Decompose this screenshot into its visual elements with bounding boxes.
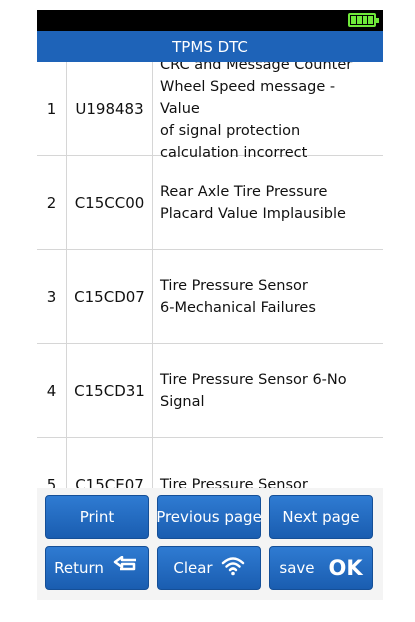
dtc-code: C15CD31: [67, 344, 153, 437]
save-ok-button[interactable]: save OK: [269, 546, 373, 590]
row-index: 1: [37, 62, 67, 155]
row-index: 5: [37, 438, 67, 488]
dtc-table[interactable]: 1 U198483 CRC and Message Counter Wheel …: [37, 62, 383, 489]
wifi-icon: [221, 556, 245, 580]
dtc-code: C15CC00: [67, 156, 153, 249]
dtc-description: Tire Pressure Sensor: [153, 438, 383, 489]
description-line: Placard Value Implausible: [160, 205, 346, 222]
next-page-button[interactable]: Next page: [269, 495, 373, 539]
save-label: save: [279, 559, 315, 577]
table-row[interactable]: 5 C15CE07 Tire Pressure Sensor: [37, 438, 383, 489]
button-panel: Print Previous page Next page Return Cle…: [37, 488, 383, 600]
dtc-description: Rear Axle Tire Pressure Placard Value Im…: [153, 156, 383, 249]
description-line: Tire Pressure Sensor: [160, 477, 308, 489]
dtc-code: U198483: [67, 62, 153, 155]
description-line: Wheel Speed message - Value: [160, 78, 336, 117]
table-row[interactable]: 3 C15CD07 Tire Pressure Sensor 6-Mechani…: [37, 250, 383, 344]
description-line: Tire Pressure Sensor 6-No: [160, 371, 347, 388]
clear-button[interactable]: Clear: [157, 546, 261, 590]
print-button[interactable]: Print: [45, 495, 149, 539]
dtc-code: C15CD07: [67, 250, 153, 343]
status-bar: [37, 10, 383, 31]
description-line: CRC and Message Counter: [160, 62, 353, 73]
return-button[interactable]: Return: [45, 546, 149, 590]
dtc-description: Tire Pressure Sensor 6-Mechanical Failur…: [153, 250, 383, 343]
return-label: Return: [54, 559, 104, 577]
description-line: Tire Pressure Sensor: [160, 277, 308, 294]
row-index: 4: [37, 344, 67, 437]
dtc-description: CRC and Message Counter Wheel Speed mess…: [153, 62, 383, 161]
next-page-label: Next page: [282, 508, 360, 526]
return-arrow-icon: [112, 555, 140, 580]
dtc-code: C15CE07: [67, 438, 153, 488]
table-row[interactable]: 4 C15CD31 Tire Pressure Sensor 6-No Sign…: [37, 344, 383, 438]
row-index: 2: [37, 156, 67, 249]
description-line: 6-Mechanical Failures: [160, 299, 316, 316]
description-line: of signal protection: [160, 122, 301, 139]
print-label: Print: [79, 508, 115, 526]
dtc-description: Tire Pressure Sensor 6-No Signal: [153, 344, 383, 437]
battery-full-icon: [348, 13, 379, 27]
row-index: 3: [37, 250, 67, 343]
device-screen: TPMS DTC 1 U198483 CRC and Message Count…: [37, 10, 383, 600]
clear-label: Clear: [173, 559, 213, 577]
previous-page-label: Previous page: [156, 508, 262, 526]
ok-label: OK: [328, 556, 363, 580]
description-line: Signal: [160, 393, 205, 410]
table-row[interactable]: 2 C15CC00 Rear Axle Tire Pressure Placar…: [37, 156, 383, 250]
previous-page-button[interactable]: Previous page: [156, 495, 262, 539]
table-row[interactable]: 1 U198483 CRC and Message Counter Wheel …: [37, 62, 383, 161]
page-title: TPMS DTC: [37, 31, 383, 62]
description-line: Rear Axle Tire Pressure: [160, 183, 328, 200]
